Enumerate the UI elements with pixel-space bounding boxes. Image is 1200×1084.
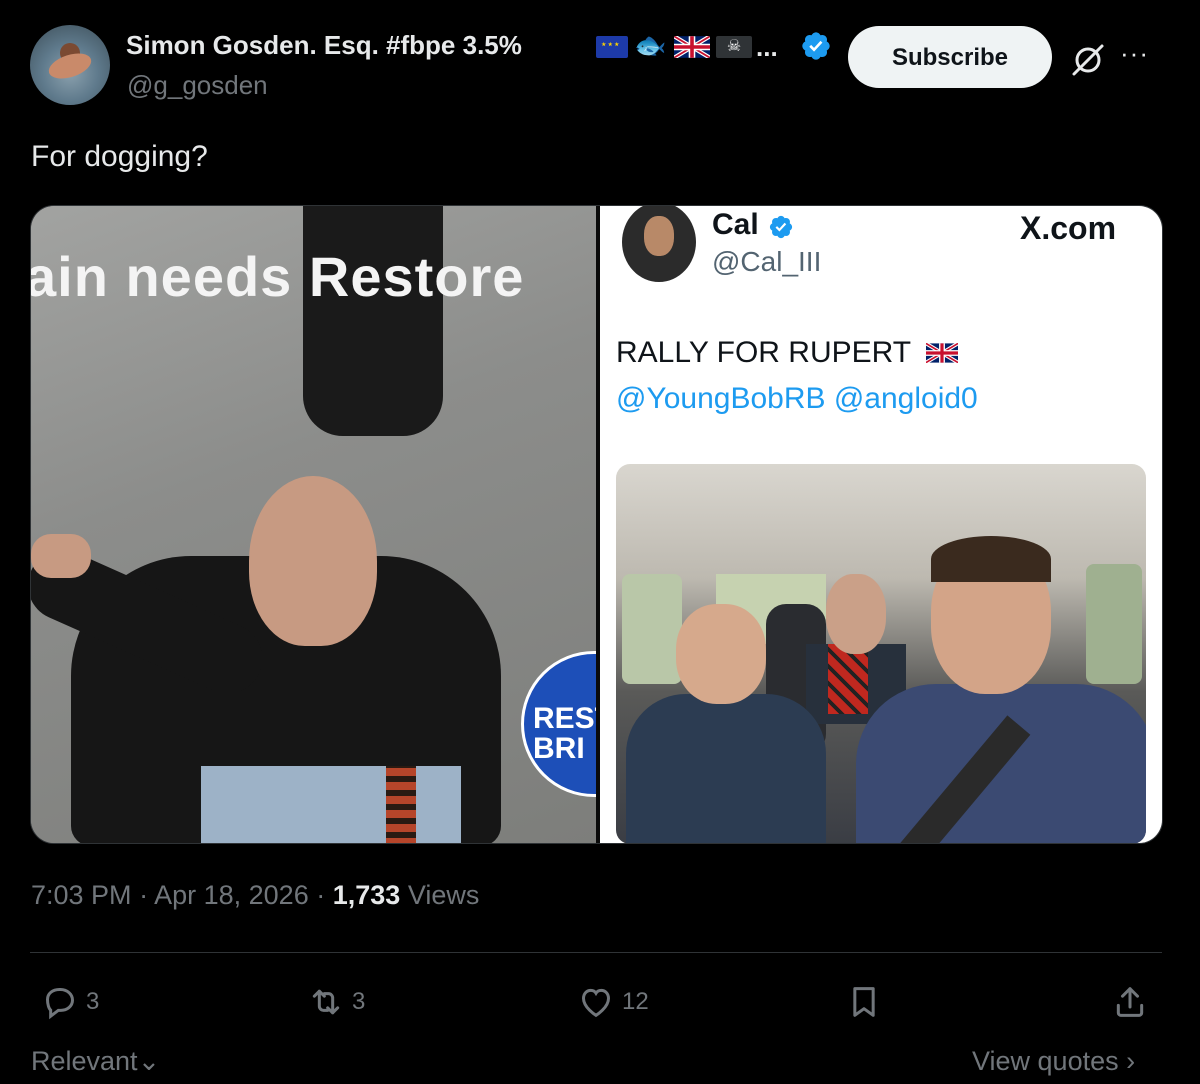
man-hand	[31, 534, 91, 578]
divider-line	[30, 952, 1162, 953]
meta-separator: ·	[316, 880, 333, 910]
view-quotes-link[interactable]: View quotes ›	[972, 1046, 1135, 1077]
avatar-surfboard	[45, 48, 95, 84]
bystander-figure	[303, 206, 443, 436]
heart-icon	[581, 988, 611, 1018]
bookmark-button[interactable]	[844, 980, 884, 1024]
fish-icon: 🐟	[634, 30, 667, 60]
tweet-date[interactable]: Apr 18, 2026	[154, 880, 309, 910]
media-right-screenshot[interactable]: Cal @Cal_III X.com RALLY FOR RUPERT @You…	[600, 206, 1162, 843]
share-icon	[1116, 987, 1144, 1017]
uk-flag-icon	[674, 36, 710, 58]
view-quotes-label: View quotes	[972, 1046, 1119, 1076]
like-count: 12	[622, 988, 649, 1015]
reply-count: 3	[86, 988, 100, 1015]
tweet-time[interactable]: 7:03 PM	[31, 880, 132, 910]
tweet-text: For dogging?	[31, 140, 208, 173]
repost-button[interactable]: 3	[306, 980, 365, 1024]
reply-icon	[45, 988, 75, 1020]
eu-flag-icon	[596, 36, 628, 58]
banner-text: ain needs Restore	[31, 245, 525, 308]
xcom-watermark: X.com	[1020, 210, 1117, 246]
cal-handle: @Cal_III	[712, 246, 822, 277]
man-jeans	[201, 766, 461, 843]
views-count: 1,733	[332, 880, 401, 910]
verified-badge-icon	[768, 214, 794, 240]
like-button[interactable]: 12	[576, 980, 649, 1024]
meta-separator: ·	[139, 880, 155, 910]
grok-icon[interactable]	[1068, 40, 1108, 80]
more-options-icon[interactable]: ···	[1120, 38, 1149, 69]
author-display-name[interactable]: Simon Gosden. Esq. #fbpe 3.5%	[126, 30, 522, 61]
chevron-down-icon: ⌄	[137, 1046, 161, 1076]
cal-display-name: Cal	[712, 208, 759, 241]
driver-hair	[931, 536, 1051, 582]
author-handle[interactable]: @g_gosden	[127, 70, 268, 101]
name-overflow: ...	[756, 32, 778, 62]
car-window-left	[622, 574, 682, 684]
passenger-front-head	[676, 604, 766, 704]
subscribe-button[interactable]: Subscribe	[848, 26, 1052, 88]
verified-badge-icon[interactable]	[800, 30, 832, 62]
repost-icon	[312, 989, 340, 1015]
views-label: Views	[407, 880, 480, 910]
restore-britain-logo-text: REST BRI	[533, 702, 596, 765]
reply-sort-dropdown[interactable]: Relevant⌄	[31, 1046, 160, 1077]
passenger-back-head	[826, 574, 886, 654]
uk-flag-icon	[926, 343, 958, 363]
repost-count: 3	[352, 988, 366, 1015]
passenger-front-body	[626, 694, 826, 843]
mentions-text: @YoungBobRB @angloid0	[616, 382, 978, 415]
tartan-scarf	[828, 644, 868, 714]
bookmark-icon	[853, 987, 875, 1017]
author-avatar[interactable]	[30, 25, 110, 105]
reply-sort-label: Relevant	[31, 1046, 138, 1076]
chevron-right-icon: ›	[1126, 1046, 1136, 1076]
rally-text: RALLY FOR RUPERT	[616, 336, 912, 369]
car-selfie-photo	[616, 464, 1146, 843]
tweet-media[interactable]: ain needs Restore REST BRI Cal @Cal_III …	[30, 205, 1163, 844]
cal-avatar	[622, 206, 696, 282]
tartan-lining	[386, 766, 416, 843]
man-head	[249, 476, 377, 646]
reply-button[interactable]: 3	[40, 980, 99, 1024]
media-left-photo[interactable]: ain needs Restore REST BRI	[31, 206, 596, 843]
pirate-flag-icon: ☠	[716, 36, 752, 58]
car-window-right	[1086, 564, 1142, 684]
tweet-meta: 7:03 PM · Apr 18, 2026 · 1,733 Views	[31, 880, 479, 911]
share-button[interactable]	[1110, 980, 1150, 1024]
